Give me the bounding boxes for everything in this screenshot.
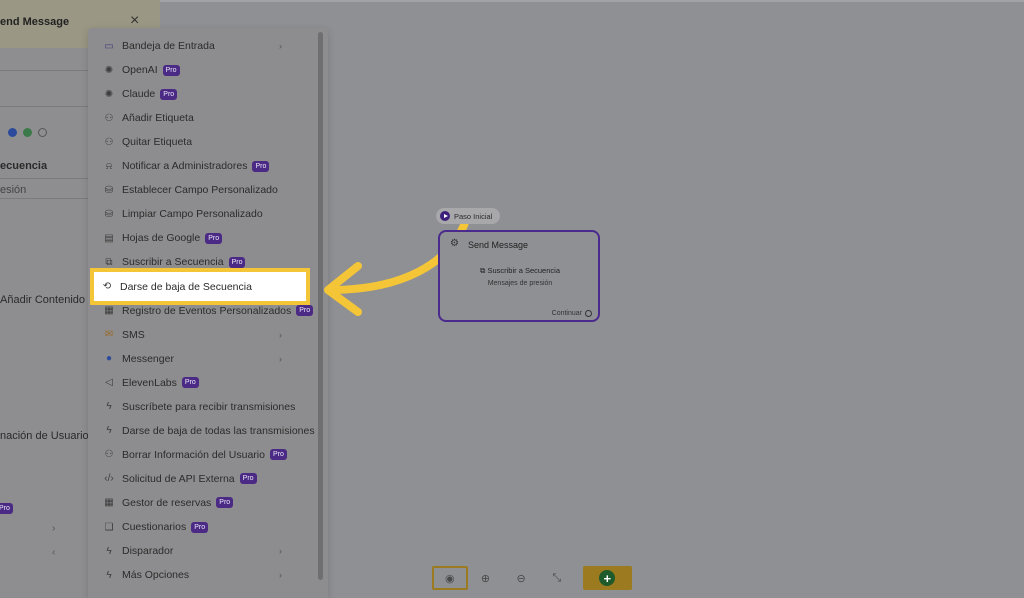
add-step-button[interactable]: + — [582, 566, 632, 590]
connector-dot-icon[interactable] — [585, 310, 592, 317]
fit-view-button[interactable]: ⤡ — [538, 566, 575, 590]
zoom-out-icon: ⊖ — [516, 572, 526, 585]
eye-icon: ◉ — [445, 572, 455, 585]
node-title: Send Message — [468, 240, 529, 250]
preview-button[interactable]: ◉ — [432, 566, 468, 590]
continue-handle[interactable]: Continuar — [552, 310, 592, 317]
node-gear-icon: ⚙ — [450, 238, 459, 249]
node-subtitle: Mensajes de presión — [487, 280, 553, 287]
zoom-in-icon: ⊕ — [480, 572, 491, 585]
fit-icon: ⤡ — [552, 571, 562, 584]
start-step-label: Paso Inicial — [454, 211, 493, 221]
zoom-out-button[interactable]: ⊖ — [503, 566, 539, 590]
continue-label: Continuar — [551, 310, 582, 317]
node-action-label: Suscribir a Secuencia — [487, 266, 560, 275]
play-icon — [440, 211, 450, 221]
send-message-node[interactable]: ⚙ Send Message ⧉ Suscribir a Secuencia M… — [438, 230, 600, 322]
plus-icon: + — [599, 570, 616, 586]
canvas-toolbar: ◉ ⊕ ⊖ ⤡ + — [432, 566, 632, 590]
node-action: ⧉ Suscribir a Secuencia — [440, 266, 600, 276]
start-step-badge[interactable]: Paso Inicial — [436, 208, 501, 224]
zoom-in-button[interactable]: ⊕ — [467, 566, 504, 590]
